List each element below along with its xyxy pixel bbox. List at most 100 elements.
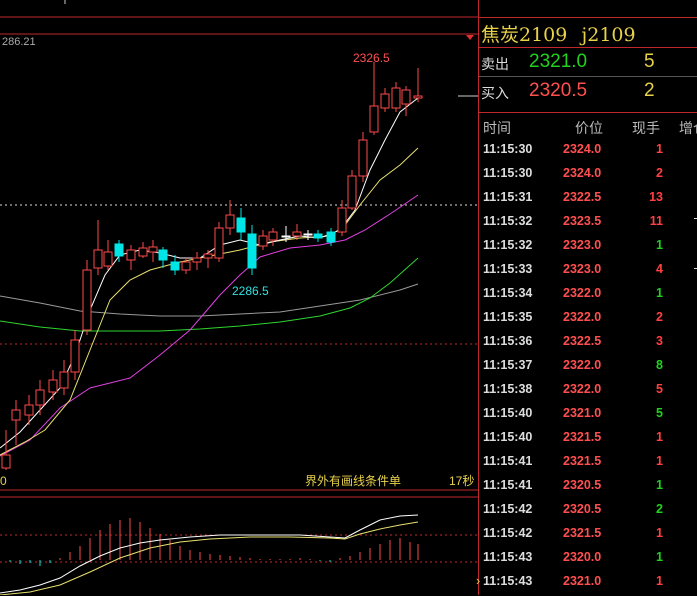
scroll-marker-icon[interactable] — [466, 35, 474, 40]
candle-body — [313, 233, 323, 239]
candle-body — [358, 139, 368, 177]
status-text: 界外有画线条件单 — [305, 474, 401, 488]
tick-time: 11:15:40 — [483, 430, 533, 444]
tick-price: 2324.0 — [563, 142, 602, 156]
tick-row[interactable]: 11:15:33 2323.0 4 — [479, 260, 697, 284]
col-hand: 现手 — [632, 120, 660, 136]
panel-top-border — [479, 17, 697, 18]
candle-body — [337, 207, 347, 233]
tick-hand: 1 — [656, 478, 663, 492]
kline-chart[interactable]: 286.21 2326.5 2286.5 界外有画线条件单 17秒 0 — [0, 0, 478, 595]
tick-row[interactable]: 11:15:32 2323.5 11 — [479, 212, 697, 236]
tick-row[interactable]: 11:15:37 2322.0 8 — [479, 356, 697, 380]
period-label: 17秒 — [449, 474, 474, 488]
quote-panel: 焦炭2109 j2109 卖出 2321.0 5 买入 2320.5 2 时间 价… — [476, 0, 697, 596]
candle-body — [347, 175, 357, 209]
tick-row[interactable]: 11:15:40 2321.5 1 — [479, 428, 697, 452]
tick-time: 11:15:43 — [483, 574, 533, 588]
tick-price: 2322.5 — [563, 190, 602, 204]
tick-hand: 3 — [656, 334, 663, 348]
tick-hand: 1 — [656, 286, 663, 300]
tick-row[interactable]: 11:15:42 2320.5 2 — [479, 500, 697, 524]
ask-label: 卖出 — [481, 56, 509, 72]
tick-time: 11:15:30 — [483, 142, 533, 156]
tick-price: 2323.5 — [563, 214, 602, 228]
candle-body — [401, 89, 411, 105]
tick-row[interactable]: 11:15:35 2322.0 2 — [479, 308, 697, 332]
candle-body — [48, 379, 58, 393]
candle-body — [225, 214, 235, 229]
candle-body — [24, 404, 34, 416]
candle-body — [203, 253, 213, 259]
tick-price: 2321.5 — [563, 526, 602, 540]
tick-price: 2322.5 — [563, 334, 602, 348]
col-oi: 增仓 — [679, 120, 697, 136]
tick-row[interactable]: 11:15:30 2324.0 1 — [479, 140, 697, 164]
candle-body — [326, 231, 336, 243]
tick-time: 11:15:33 — [483, 262, 533, 276]
candle-body — [369, 105, 379, 133]
candle-body — [1, 454, 11, 469]
tick-price: 2321.5 — [563, 454, 602, 468]
tick-hand: 8 — [656, 358, 663, 372]
tick-time: 11:15:37 — [483, 358, 533, 372]
quote-bottom-border — [479, 112, 697, 113]
tick-time: 11:15:38 — [483, 382, 533, 396]
ask-row[interactable]: 卖出 2321.0 5 — [479, 48, 697, 76]
candle-body — [192, 257, 202, 263]
col-time: 时间 — [483, 120, 511, 136]
tick-row[interactable]: 11:15:42 2321.5 1 — [479, 524, 697, 548]
ma-line-magenta — [0, 194, 419, 457]
contract-name: 焦炭2109 — [481, 24, 568, 46]
candle-body — [93, 249, 103, 269]
tick-price: 2322.0 — [563, 358, 602, 372]
candlestick-series — [1, 62, 423, 470]
tick-price: 2322.0 — [563, 382, 602, 396]
contract-code: j2109 — [581, 24, 636, 46]
tick-row[interactable]: 11:15:43 2320.0 1 — [479, 548, 697, 572]
macd-line-white — [0, 514, 419, 594]
ticks-list[interactable]: 11:15:30 2324.0 1 11:15:30 2324.0 2 11:15:31 23… — [476, 140, 697, 596]
tick-row[interactable]: › 11:15:43 2321.0 1 — [476, 572, 697, 596]
tick-hand: 5 — [656, 406, 663, 420]
tick-price: 2322.0 — [563, 310, 602, 324]
tick-price: 2320.5 — [563, 502, 602, 516]
low-price-label: 2286.5 — [232, 284, 269, 298]
tick-hand: 13 — [649, 190, 663, 204]
tick-row[interactable]: 11:15:36 2322.5 3 — [479, 332, 697, 356]
tick-hand: 1 — [656, 430, 663, 444]
tick-price: 2321.0 — [563, 574, 602, 588]
tick-row[interactable]: 11:15:34 2322.0 1 — [479, 284, 697, 308]
candle-body — [236, 217, 246, 233]
tick-row[interactable]: 11:15:30 2324.0 2 — [479, 164, 697, 188]
ask-price: 2321.0 — [529, 51, 588, 72]
tick-row[interactable]: 11:15:40 2321.0 5 — [479, 404, 697, 428]
candle-body — [380, 93, 390, 109]
tick-row[interactable]: 11:15:41 2320.5 1 — [479, 476, 697, 500]
candle-body — [126, 249, 136, 261]
tick-hand: 2 — [656, 310, 663, 324]
candle-body — [413, 95, 423, 99]
ma-line-green — [0, 257, 419, 332]
tick-row[interactable]: 11:15:38 2322.0 5 — [479, 380, 697, 404]
candle-body — [148, 246, 158, 253]
tick-time: 11:15:32 — [483, 214, 533, 228]
candle-body — [281, 235, 291, 238]
bid-row[interactable]: 买入 2320.5 2 — [479, 77, 697, 105]
col-price: 价位 — [575, 120, 603, 136]
tick-price: 2321.5 — [563, 430, 602, 444]
candle-body — [170, 261, 180, 271]
tick-time: 11:15:31 — [483, 190, 533, 204]
tick-hand: 1 — [656, 142, 663, 156]
tick-hand: 1 — [656, 574, 663, 588]
tick-row[interactable]: 11:15:31 2322.5 13 — [479, 188, 697, 212]
tick-time: 11:15:32 — [483, 238, 533, 252]
tick-time: 11:15:34 — [483, 286, 533, 300]
tick-row[interactable]: 11:15:41 2321.5 1 — [479, 452, 697, 476]
contract-title: 焦炭2109 j2109 — [481, 20, 650, 47]
tick-hand: 1 — [656, 550, 663, 564]
tick-time: 11:15:42 — [483, 502, 533, 516]
tick-hand: 2 — [656, 166, 663, 180]
candle-body — [303, 233, 313, 236]
tick-row[interactable]: 11:15:32 2323.0 1 — [479, 236, 697, 260]
